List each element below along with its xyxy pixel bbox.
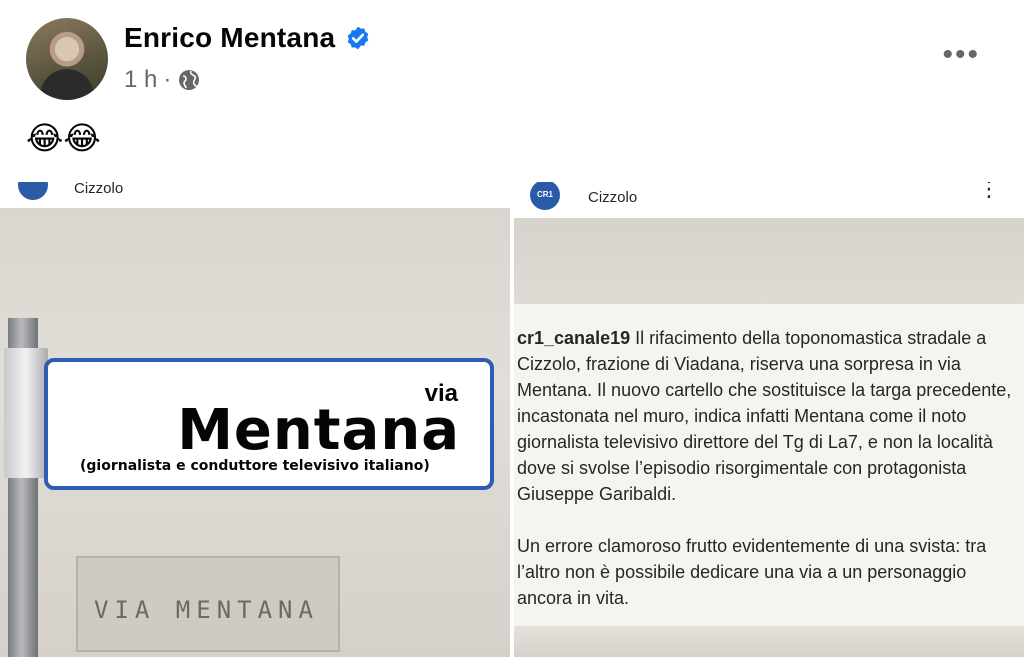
sign-bracket: [4, 348, 48, 478]
location-label: Cizzolo: [74, 182, 124, 197]
post-header: Enrico Mentana 1 h · ••• 😂😂: [0, 0, 1024, 180]
location-label-right: Cizzolo: [588, 189, 638, 206]
post-meta: 1 h ·: [124, 66, 201, 94]
author-avatar[interactable]: [26, 18, 108, 100]
photo-grid: Cizzolo via Mentana (giornalista e condu…: [0, 182, 1024, 657]
post-time[interactable]: 1 h: [124, 66, 157, 94]
meta-separator: ·: [163, 66, 172, 93]
photo-street-sign[interactable]: Cizzolo via Mentana (giornalista e condu…: [0, 182, 510, 657]
cr1-logo-icon: CR1: [530, 182, 560, 210]
image-bottom-strip: [514, 626, 1024, 657]
old-stone-plate: VIA MENTANA: [76, 556, 340, 652]
caption-text-1: Il rifacimento della toponomastica strad…: [517, 328, 1012, 504]
caption-paragraph-2: Un errore clamoroso frutto evidentemente…: [517, 536, 987, 608]
image-band: [514, 218, 1024, 304]
wall-background: via Mentana (giornalista e conduttore te…: [0, 208, 510, 657]
more-options-icon[interactable]: •••: [942, 38, 980, 72]
ig-caption: cr1_canale19 Il rifacimento della topono…: [517, 325, 1022, 611]
ig-header-left: Cizzolo: [0, 182, 510, 208]
channel-logo-icon: [18, 182, 48, 200]
photo-instagram-post[interactable]: CR1 Cizzolo ⋮ cr1_canale19 Il rifaciment…: [514, 182, 1024, 657]
verified-badge-icon: [348, 26, 369, 50]
ig-header-right: CR1 Cizzolo ⋮: [514, 182, 1024, 218]
ig-more-icon[interactable]: ⋮: [978, 182, 1000, 202]
sign-name: Mentana: [177, 398, 460, 463]
author-name-row: Enrico Mentana: [124, 22, 371, 54]
sign-subtitle: (giornalista e conduttore televisivo ita…: [80, 458, 430, 474]
caption-paragraph-1: cr1_canale19 Il rifacimento della topono…: [517, 325, 1022, 507]
ig-username[interactable]: cr1_canale19: [517, 328, 630, 348]
post-text: 😂😂: [26, 120, 101, 156]
author-name[interactable]: Enrico Mentana: [124, 22, 335, 54]
street-sign: via Mentana (giornalista e conduttore te…: [44, 358, 494, 490]
old-plate-text: VIA MENTANA: [94, 596, 319, 624]
globe-icon[interactable]: [177, 68, 201, 92]
